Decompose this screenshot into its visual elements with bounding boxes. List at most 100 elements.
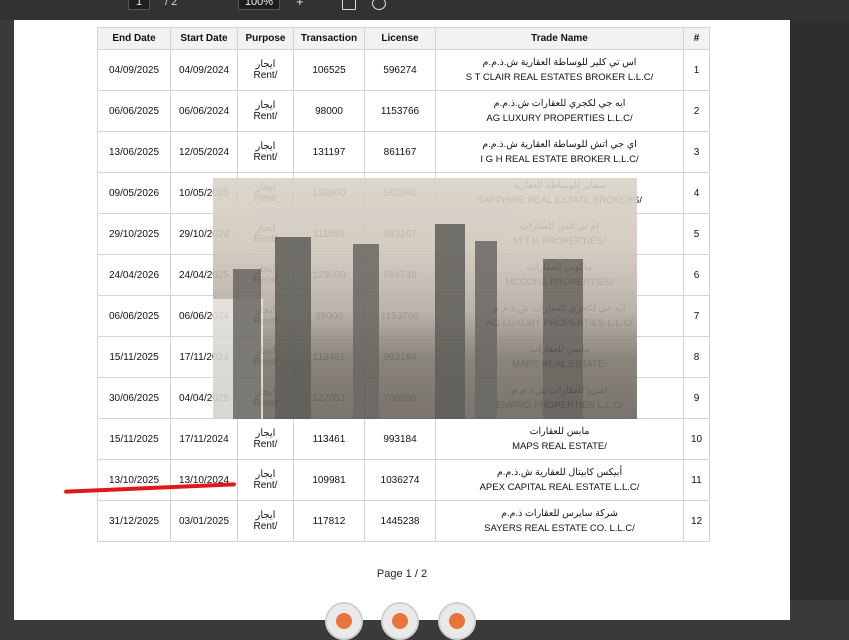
end-date-cell: 29/10/2025 <box>97 213 171 255</box>
row-number-cell: 4 <box>683 172 710 214</box>
start-date-cell: 03/01/2025 <box>170 500 238 542</box>
page-number-input[interactable]: 1 <box>128 0 150 10</box>
end-date-cell: 30/06/2025 <box>97 377 171 419</box>
purpose-en: Rent/ <box>253 70 278 81</box>
row-number-cell: 8 <box>683 336 710 378</box>
seal-stamp-icon <box>438 602 476 640</box>
header-purpose: Purpose <box>237 27 294 50</box>
photo-building <box>475 241 497 419</box>
start-date-cell: 04/09/2024 <box>170 49 238 91</box>
row-number-cell: 9 <box>683 377 710 419</box>
seal-stamp-icon <box>325 602 363 640</box>
license-cell: 596274 <box>364 49 436 91</box>
row-number-cell: 10 <box>683 418 710 460</box>
purpose-en: Rent/ <box>253 152 278 163</box>
purpose-cell: ايجارRent/ <box>237 500 294 542</box>
table-row: 13/10/2025 13/10/2024 ايجار Rent/109981 1036… <box>97 459 710 501</box>
row-number-cell: 11 <box>683 459 710 501</box>
trade-name-cell: أبيكس كابيتال للعقارية ش.ذ.م.م APEX CAPIT… <box>435 459 684 501</box>
end-date-cell: 06/06/2025 <box>97 295 171 337</box>
trade-name-cell: مابس للعقارات MAPS REAL ESTATE/ <box>435 418 684 460</box>
trade-name-ar: اس تي كلير للوساطة العقارية ش.ذ.م.م <box>482 57 637 68</box>
trade-name-cell: شركة سايرس للعقارات ذ.م.م SAYERS REAL EST… <box>435 500 684 542</box>
trade-name-ar: اي جي اتش للوساطة العقارية ش.ذ.م.م <box>482 139 637 150</box>
purpose-en: Rent/ <box>253 521 278 532</box>
end-date-cell: 24/04/2026 <box>97 254 171 296</box>
photo-building <box>353 244 379 419</box>
trade-name-cell: اي جي اتش للوساطة العقارية ش.ذ.م.م I G H … <box>435 131 684 173</box>
trade-name-en: I G H REAL ESTATE BROKER L.L.C/ <box>480 154 639 165</box>
purpose-ar: ايجار <box>255 141 276 152</box>
page-indicator: Page 1 / 2 <box>376 568 428 580</box>
table-row: 13/06/2025 12/05/2024 ايجار Rent/131197 8611… <box>97 131 710 173</box>
license-cell: 1036274 <box>364 459 436 501</box>
purpose-cell: ايجارRent/ <box>237 131 294 173</box>
trade-name-en: AG LUXURY PROPERTIES L.L.C/ <box>486 113 633 124</box>
purpose-ar: ايجار <box>255 510 276 521</box>
end-date-cell: 15/11/2025 <box>97 418 171 460</box>
row-number-cell: 2 <box>683 90 710 132</box>
transaction-cell: 113461 <box>293 418 365 460</box>
trade-name-ar: أبيكس كابيتال للعقارية ش.ذ.م.م <box>496 467 623 478</box>
end-date-cell: 15/11/2025 <box>97 336 171 378</box>
header-license: License <box>364 27 436 50</box>
table-row: 04/09/2025 04/09/2024 ايجار Rent/106525 5962… <box>97 49 710 91</box>
transaction-cell: 106525 <box>293 49 365 91</box>
license-cell: 993184 <box>364 418 436 460</box>
save-icon[interactable] <box>342 0 356 10</box>
purpose-ar: ايجار <box>255 59 276 70</box>
trade-name-ar: شركة سايرس للعقارات ذ.م.م <box>501 508 618 519</box>
purpose-cell: ايجارRent/ <box>237 49 294 91</box>
start-date-cell: 06/06/2024 <box>170 90 238 132</box>
trade-name-ar: ايه جي لكجري للعقارات ش.ذ.م.م <box>493 98 626 109</box>
header-transaction: Transaction <box>293 27 365 50</box>
license-cell: 1445238 <box>364 500 436 542</box>
purpose-ar: ايجار <box>255 100 276 111</box>
trade-name-cell: اس تي كلير للوساطة العقارية ش.ذ.م.م S T C… <box>435 49 684 91</box>
purpose-en: Rent/ <box>253 480 278 491</box>
trade-name-en: APEX CAPITAL REAL ESTATE L.L.C/ <box>479 482 640 493</box>
row-number-cell: 6 <box>683 254 710 296</box>
end-date-cell: 13/06/2025 <box>97 131 171 173</box>
transaction-cell: 98000 <box>293 90 365 132</box>
row-number-cell: 12 <box>683 500 710 542</box>
zoom-in-button[interactable]: + <box>296 0 304 9</box>
end-date-cell: 06/06/2025 <box>97 90 171 132</box>
photo-building <box>435 224 465 419</box>
license-cell: 1153766 <box>364 90 436 132</box>
start-date-cell: 17/11/2024 <box>170 418 238 460</box>
transaction-cell: 109981 <box>293 459 365 501</box>
table-header-row: End Date Start Date Purpose Transaction … <box>97 27 710 50</box>
start-date-cell: 12/05/2024 <box>170 131 238 173</box>
page-total: / 2 <box>165 0 178 8</box>
header-number: # <box>683 27 710 50</box>
photo-building <box>275 237 311 419</box>
table-row: 06/06/202506/06/2024ايجارRent/9800011537… <box>97 90 710 132</box>
trade-name-en: S T CLAIR REAL ESTATES BROKER L.L.C/ <box>465 72 654 83</box>
table-row: 15/11/202517/11/2024ايجارRent/1134619931… <box>97 418 710 460</box>
overlay-photo-city <box>213 178 637 419</box>
purpose-cell: ايجارRent/ <box>237 418 294 460</box>
trade-name-en: SAYERS REAL ESTATE CO. L.L.C/ <box>484 523 635 534</box>
end-date-cell: 04/09/2025 <box>97 49 171 91</box>
row-number-cell: 5 <box>683 213 710 255</box>
row-number-cell: 7 <box>683 295 710 337</box>
row-number-cell: 1 <box>683 49 710 91</box>
transaction-cell: 131197 <box>293 131 365 173</box>
end-date-cell: 31/12/2025 <box>97 500 171 542</box>
trade-name-en: MAPS REAL ESTATE/ <box>512 441 607 452</box>
rotate-icon[interactable] <box>372 0 386 10</box>
seal-stamp-icon <box>381 602 419 640</box>
header-trade-name: Trade Name <box>435 27 684 50</box>
purpose-en: Rent/ <box>253 439 278 450</box>
photo-building <box>233 269 261 419</box>
purpose-ar: ايجار <box>255 469 276 480</box>
photo-building <box>543 259 583 419</box>
table-row: 31/12/2025 03/01/2025 ايجار Rent/117812 1445… <box>97 500 710 542</box>
purpose-ar: ايجار <box>255 428 276 439</box>
purpose-cell: ايجارRent/ <box>237 459 294 501</box>
purpose-cell: ايجارRent/ <box>237 90 294 132</box>
trade-name-ar: مابس للعقارات <box>529 426 590 437</box>
license-cell: 861167 <box>364 131 436 173</box>
zoom-level[interactable]: 100% <box>238 0 280 10</box>
